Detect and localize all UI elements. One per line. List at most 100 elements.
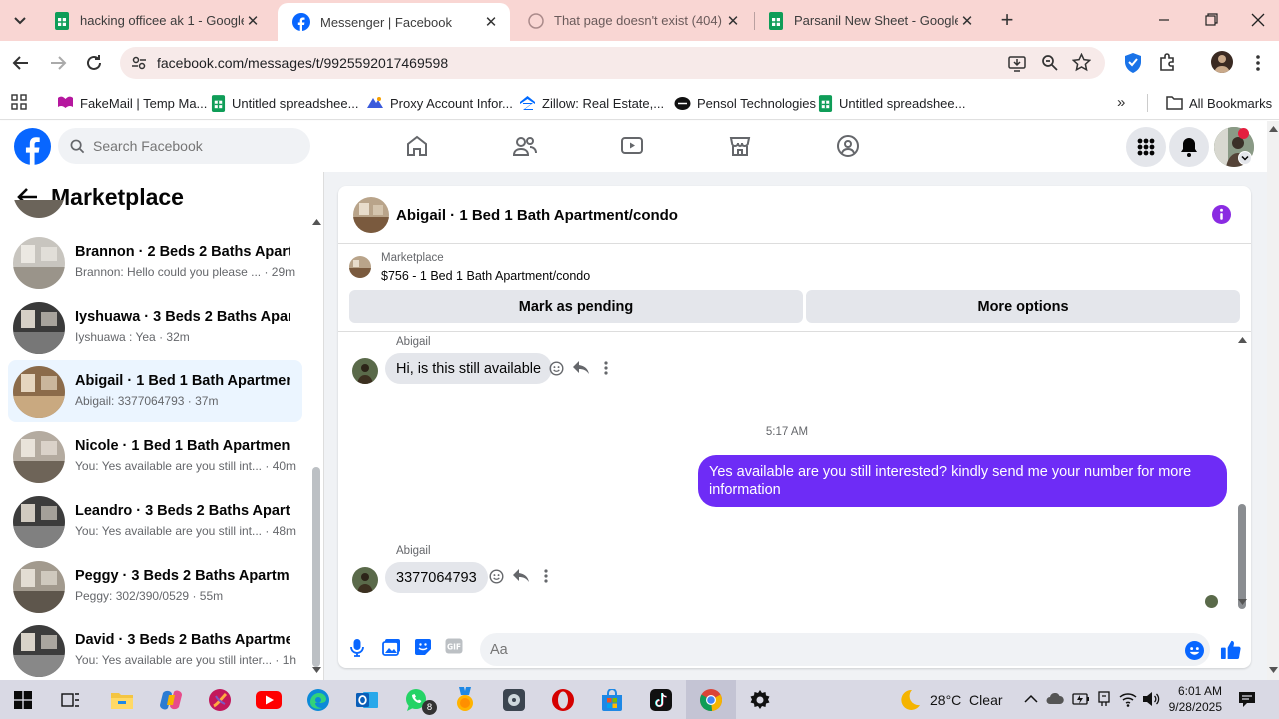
site-info-icon[interactable] — [131, 55, 147, 71]
extension-shield-button[interactable] — [1123, 52, 1143, 74]
close-window-button[interactable] — [1243, 12, 1271, 28]
page-scrollbar[interactable] — [1267, 121, 1279, 680]
forward-button[interactable] — [47, 52, 69, 74]
tab-close-icon[interactable]: ✕ — [244, 12, 262, 30]
conversation-item[interactable]: Abigail · 1 Bed 1 Bath Apartment... Abiga… — [8, 360, 302, 423]
battery-icon[interactable] — [1072, 692, 1090, 706]
chrome-button[interactable] — [695, 684, 727, 716]
gif-button[interactable]: GIF — [445, 638, 463, 654]
incoming-message[interactable]: Hi, is this still available — [385, 353, 553, 384]
attach-photo-button[interactable] — [382, 638, 401, 656]
nav-friends[interactable] — [510, 131, 540, 161]
conversation-item[interactable]: Iyshuawa · 3 Beds 2 Baths Apart... Iyshua… — [8, 296, 302, 358]
youtube-button[interactable] — [253, 684, 285, 716]
opera-button[interactable] — [547, 684, 579, 716]
nav-marketplace[interactable] — [725, 131, 755, 161]
profile-avatar[interactable] — [1211, 51, 1233, 73]
nav-video[interactable] — [617, 131, 647, 161]
bookmark-untitled-spreadsheet-1[interactable]: Untitled spreadshee... — [211, 92, 358, 114]
more-options-button[interactable]: More options — [806, 290, 1240, 323]
clock[interactable]: 6:01 AM 9/28/2025 — [1166, 683, 1222, 715]
scroll-down-arrow[interactable] — [1238, 599, 1247, 605]
address-bar[interactable]: facebook.com/messages/t/9925592017469598 — [120, 47, 1105, 79]
bookmark-fakemail[interactable]: FakeMail | Temp Ma... — [57, 92, 207, 114]
show-hidden-icons[interactable] — [1024, 694, 1038, 703]
disk-app-button[interactable] — [498, 684, 530, 716]
start-button[interactable] — [7, 684, 39, 716]
extensions-button[interactable] — [1158, 52, 1178, 72]
conversation-item[interactable]: Brannon · 2 Beds 2 Baths Apart... Brannon… — [8, 231, 302, 293]
volume-icon[interactable] — [1142, 691, 1160, 707]
notifications-button[interactable] — [1169, 127, 1209, 167]
triangle-up-icon[interactable] — [1269, 126, 1278, 132]
conversation-item[interactable]: Peggy · 3 Beds 2 Baths Apartme... Peggy: … — [8, 555, 302, 617]
chat-scrollbar[interactable] — [1238, 504, 1246, 609]
reload-button[interactable] — [83, 52, 105, 74]
browser-tab-sheets-1[interactable]: hacking officee ak 1 - Google Sh ✕ — [40, 5, 272, 36]
new-tab-button[interactable]: + — [995, 9, 1019, 33]
notification-center-button[interactable] — [1238, 691, 1256, 708]
like-button[interactable] — [1220, 639, 1241, 660]
browser-tab-messenger[interactable]: Messenger | Facebook ✕ — [278, 3, 510, 41]
bookmark-pensol[interactable]: Pensol Technologies — [674, 92, 816, 114]
react-button[interactable] — [546, 358, 566, 378]
scroll-down-arrow[interactable] — [312, 667, 321, 673]
scroll-up-arrow[interactable] — [1238, 337, 1247, 343]
conversation-item[interactable]: David · 3 Beds 2 Baths Apartme... You: Ye… — [8, 619, 302, 680]
conversation-item[interactable]: Nicole · 1 Bed 1 Bath Apartment... You: Y… — [8, 425, 302, 487]
restore-button[interactable] — [1197, 12, 1225, 28]
edge-button[interactable] — [302, 684, 334, 716]
triangle-down-icon[interactable] — [1269, 667, 1278, 673]
task-view-button[interactable] — [55, 684, 87, 716]
more-actions-button[interactable] — [596, 358, 616, 378]
scroll-up-arrow[interactable] — [312, 219, 321, 225]
tab-close-icon[interactable]: ✕ — [482, 13, 500, 31]
browser-tab-sheets-2[interactable]: Parsanil New Sheet - Google Sh ✕ — [754, 5, 986, 36]
incoming-message[interactable]: 3377064793 — [385, 562, 488, 593]
minimize-button[interactable] — [1150, 12, 1178, 28]
conversation-list-scrollbar[interactable] — [312, 467, 320, 667]
back-button[interactable] — [10, 52, 32, 74]
network-status-icon[interactable] — [1096, 691, 1112, 707]
install-app-icon[interactable] — [1008, 54, 1026, 72]
facebook-logo[interactable] — [14, 128, 51, 165]
zoom-icon[interactable] — [1041, 54, 1059, 72]
more-bookmarks-button[interactable]: » — [1117, 94, 1125, 111]
chrome-menu-button[interactable] — [1250, 53, 1266, 73]
weather-widget[interactable]: 28°C Clear — [896, 688, 1003, 712]
conversation-item[interactable]: Leandro · 3 Beds 2 Baths Apart... You: Ye… — [8, 490, 302, 552]
account-chevron[interactable] — [1238, 151, 1252, 165]
outlook-button[interactable] — [351, 684, 383, 716]
message-input[interactable] — [480, 633, 1210, 666]
file-explorer-button[interactable] — [106, 684, 138, 716]
copilot-button[interactable] — [155, 684, 187, 716]
more-actions-button[interactable] — [536, 566, 556, 586]
all-bookmarks-button[interactable]: All Bookmarks — [1166, 92, 1272, 114]
facebook-search[interactable] — [58, 128, 310, 164]
bookmark-zillow[interactable]: Zillow: Real Estate,... — [519, 92, 664, 114]
nav-home[interactable] — [402, 131, 432, 161]
reply-button[interactable] — [511, 566, 531, 586]
apps-button[interactable] — [11, 94, 27, 110]
chat-avatar[interactable] — [353, 197, 389, 233]
tab-close-icon[interactable]: ✕ — [958, 12, 976, 30]
tab-close-icon[interactable]: ✕ — [724, 12, 742, 30]
menu-button[interactable] — [1126, 127, 1166, 167]
search-input[interactable] — [93, 138, 293, 154]
microsoft-store-button[interactable] — [596, 684, 628, 716]
browser-tab-404[interactable]: That page doesn't exist (404) - I ✕ — [514, 5, 752, 36]
sticker-button[interactable] — [414, 638, 432, 656]
tiktok-button[interactable] — [645, 684, 677, 716]
settings-button[interactable] — [744, 684, 776, 716]
emoji-button[interactable] — [1185, 641, 1204, 660]
listing-thumbnail[interactable] — [349, 256, 371, 278]
onedrive-icon[interactable] — [1046, 693, 1064, 704]
tab-search-button[interactable] — [8, 9, 32, 33]
nav-gaming[interactable] — [833, 131, 863, 161]
chat-info-button[interactable] — [1212, 205, 1231, 224]
app-swirl-button[interactable] — [204, 684, 236, 716]
mark-as-pending-button[interactable]: Mark as pending — [349, 290, 803, 323]
listing-title[interactable]: $756 - 1 Bed 1 Bath Apartment/condo — [381, 269, 590, 283]
outgoing-message[interactable]: Yes available are you still interested? … — [698, 455, 1227, 507]
bookmark-star-icon[interactable] — [1072, 53, 1091, 72]
